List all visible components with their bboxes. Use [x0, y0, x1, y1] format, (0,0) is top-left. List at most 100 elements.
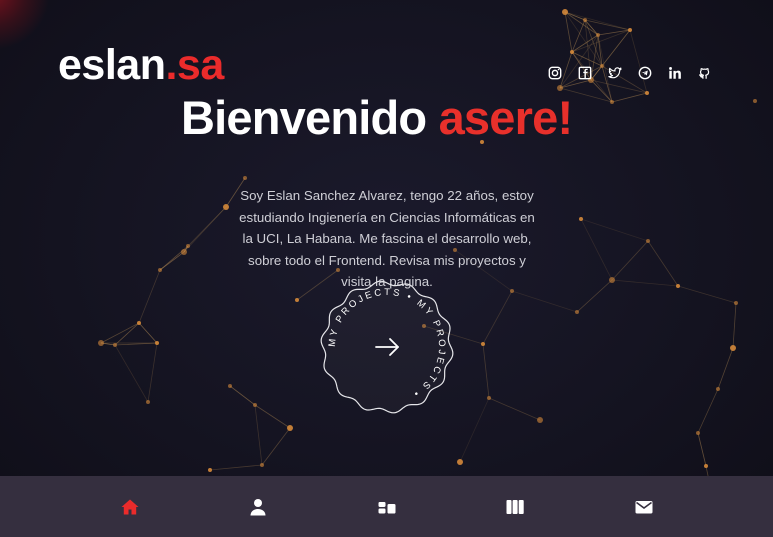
network-line [717, 347, 734, 390]
network-line [482, 343, 490, 399]
nav-home[interactable] [119, 496, 141, 518]
network-node [113, 343, 117, 347]
brand-name: eslan [58, 41, 166, 89]
network-line [564, 11, 573, 53]
network-node [609, 277, 615, 283]
page: eslan.sa Bienvenido asere! Soy Eslan San… [0, 0, 773, 537]
nav-projects[interactable] [504, 496, 526, 518]
network-node [596, 33, 600, 37]
network-node [146, 400, 150, 404]
linkedin-icon [669, 67, 681, 79]
network-node [487, 396, 491, 400]
red-splash-decoration [0, 0, 50, 50]
network-node [734, 301, 738, 305]
brand-logo[interactable]: eslan.sa [58, 40, 224, 90]
network-node [223, 204, 229, 210]
my-projects-button[interactable]: MY PROJECTS • MY PROJECTS • [318, 278, 456, 416]
network-node [287, 425, 293, 431]
network-node [243, 176, 247, 180]
home-icon [121, 499, 139, 515]
brand-suffix: .sa [165, 41, 224, 89]
network-node [676, 284, 680, 288]
network-line [229, 385, 256, 406]
network-line [611, 92, 648, 103]
network-line [511, 290, 578, 313]
network-node [583, 18, 587, 22]
network-node [646, 239, 650, 243]
network-line [697, 432, 707, 467]
network-line [677, 285, 737, 304]
network-line [183, 206, 227, 253]
network-node [570, 50, 574, 54]
network-node [181, 249, 187, 255]
network-line [138, 322, 158, 344]
network-line [261, 427, 291, 466]
network-line [564, 11, 631, 31]
network-node [253, 403, 257, 407]
network-line [580, 218, 613, 281]
network-line [611, 279, 679, 287]
network-node [753, 99, 757, 103]
twitter-link[interactable] [608, 63, 638, 83]
network-node [704, 464, 708, 468]
network-line [482, 290, 513, 345]
nav-skills[interactable] [376, 496, 398, 518]
network-node [158, 268, 162, 272]
network-line [732, 302, 737, 349]
network-node [537, 417, 543, 423]
linkedin-link[interactable] [668, 63, 698, 83]
network-node [457, 459, 463, 465]
network-node [98, 340, 104, 346]
hero-greeting-accent: asere! [438, 91, 574, 144]
nav-about[interactable] [247, 496, 269, 518]
network-line [697, 388, 719, 434]
telegram-icon [638, 66, 652, 80]
social-links [548, 63, 728, 83]
mail-icon [635, 501, 653, 514]
network-line [488, 397, 541, 421]
facebook-icon [578, 66, 592, 80]
network-node [696, 431, 700, 435]
network-node [260, 463, 264, 467]
network-node [645, 91, 649, 95]
network-line [138, 269, 161, 324]
network-line [576, 279, 613, 313]
network-line [114, 344, 149, 403]
instagram-icon [548, 66, 562, 80]
network-line [459, 397, 490, 463]
network-line [147, 342, 158, 403]
network-line [209, 464, 263, 471]
network-node [208, 468, 212, 472]
blocks-icon [378, 502, 396, 514]
network-node [228, 384, 232, 388]
network-line [584, 19, 631, 31]
network-node [155, 341, 159, 345]
github-link[interactable] [698, 63, 728, 83]
network-node [628, 28, 632, 32]
instagram-link[interactable] [548, 63, 578, 83]
network-node [186, 244, 190, 248]
network-node [730, 345, 736, 351]
hero-intro-text: Soy Eslan Sanchez Alvarez, tengo 22 años… [239, 188, 535, 290]
my-projects-badge-graphic: MY PROJECTS • MY PROJECTS • [320, 280, 454, 414]
user-icon [250, 499, 266, 516]
network-node [579, 217, 583, 221]
network-line [629, 29, 648, 94]
network-line [254, 404, 291, 429]
network-line [159, 251, 185, 271]
network-line [647, 240, 679, 287]
telegram-link[interactable] [638, 63, 668, 83]
network-line [564, 11, 599, 36]
network-line [611, 240, 649, 281]
facebook-link[interactable] [578, 63, 608, 83]
network-node [481, 342, 485, 346]
twitter-icon [608, 67, 622, 79]
network-node [716, 387, 720, 391]
github-icon [699, 68, 710, 79]
hero-headline: Bienvenido asere! [181, 90, 611, 146]
network-node [137, 321, 141, 325]
nav-contact[interactable] [633, 496, 655, 518]
network-node [575, 310, 579, 314]
columns-icon [506, 500, 524, 514]
hero-greeting: Bienvenido [181, 91, 427, 144]
